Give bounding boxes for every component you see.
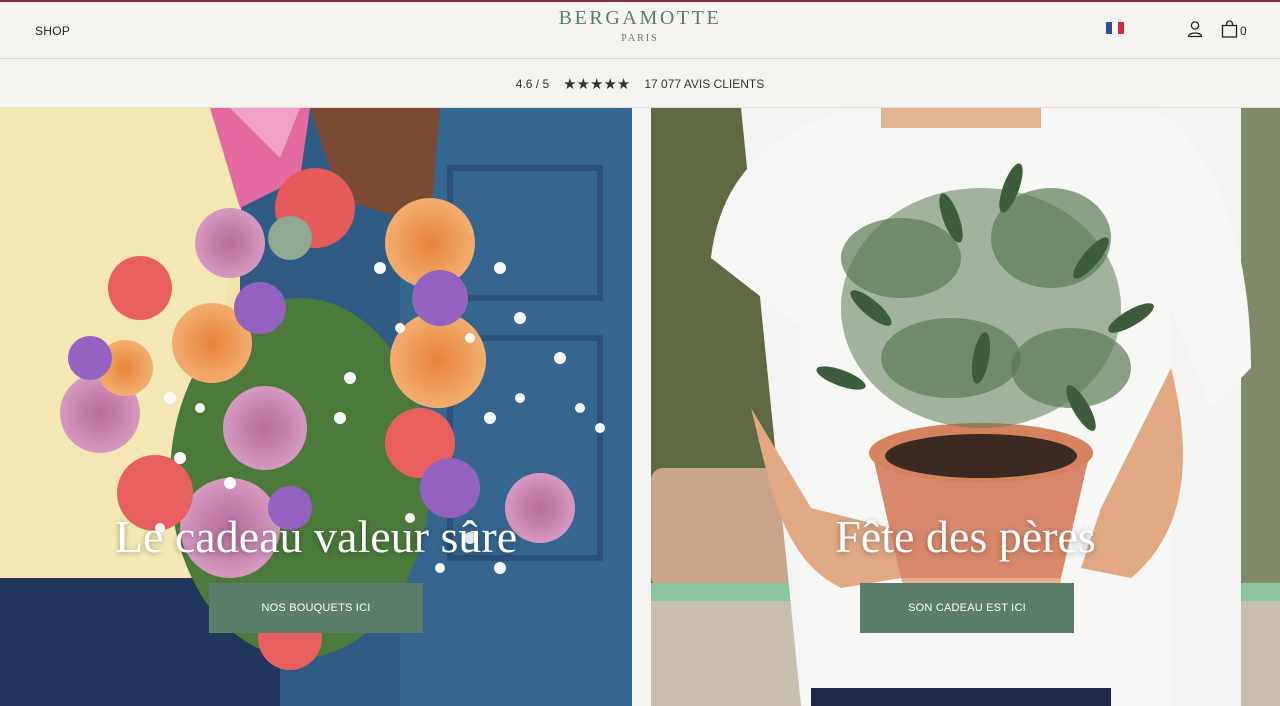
review-count[interactable]: 17 077 AVIS CLIENTS — [644, 77, 764, 91]
hero-fathers-day[interactable]: Fête des pères SON CADEAU EST ICI — [651, 108, 1280, 706]
logo-city: PARIS — [621, 33, 659, 44]
french-flag-icon[interactable] — [1106, 22, 1124, 34]
brand-logo[interactable]: BERGAMOTTE PARIS — [0, 7, 1280, 44]
site-header: SHOP BERGAMOTTE PARIS 0 — [0, 2, 1280, 59]
rating-stars-icon: ★★★★★ — [563, 75, 631, 93]
rating-score: 4.6 / 5 — [515, 76, 550, 91]
logo-wordmark: BERGAMOTTE — [558, 7, 722, 29]
hero-bouquets[interactable]: Le cadeau valeur sûre NOS BOUQUETS ICI — [0, 108, 632, 706]
shop-bouquets-button[interactable]: NOS BOUQUETS ICI — [209, 583, 423, 633]
rating-bar: 4.6 / 5 ★★★★★ 17 077 AVIS CLIENTS — [0, 60, 1280, 108]
user-icon[interactable] — [1186, 20, 1204, 38]
shopping-bag-icon[interactable] — [1221, 20, 1238, 38]
cart-count[interactable]: 0 — [1240, 24, 1247, 38]
fathers-day-gift-button[interactable]: SON CADEAU EST ICI — [860, 583, 1074, 633]
hero-title: Le cadeau valeur sûre — [114, 511, 518, 562]
hero-title: Fête des pères — [835, 511, 1096, 562]
